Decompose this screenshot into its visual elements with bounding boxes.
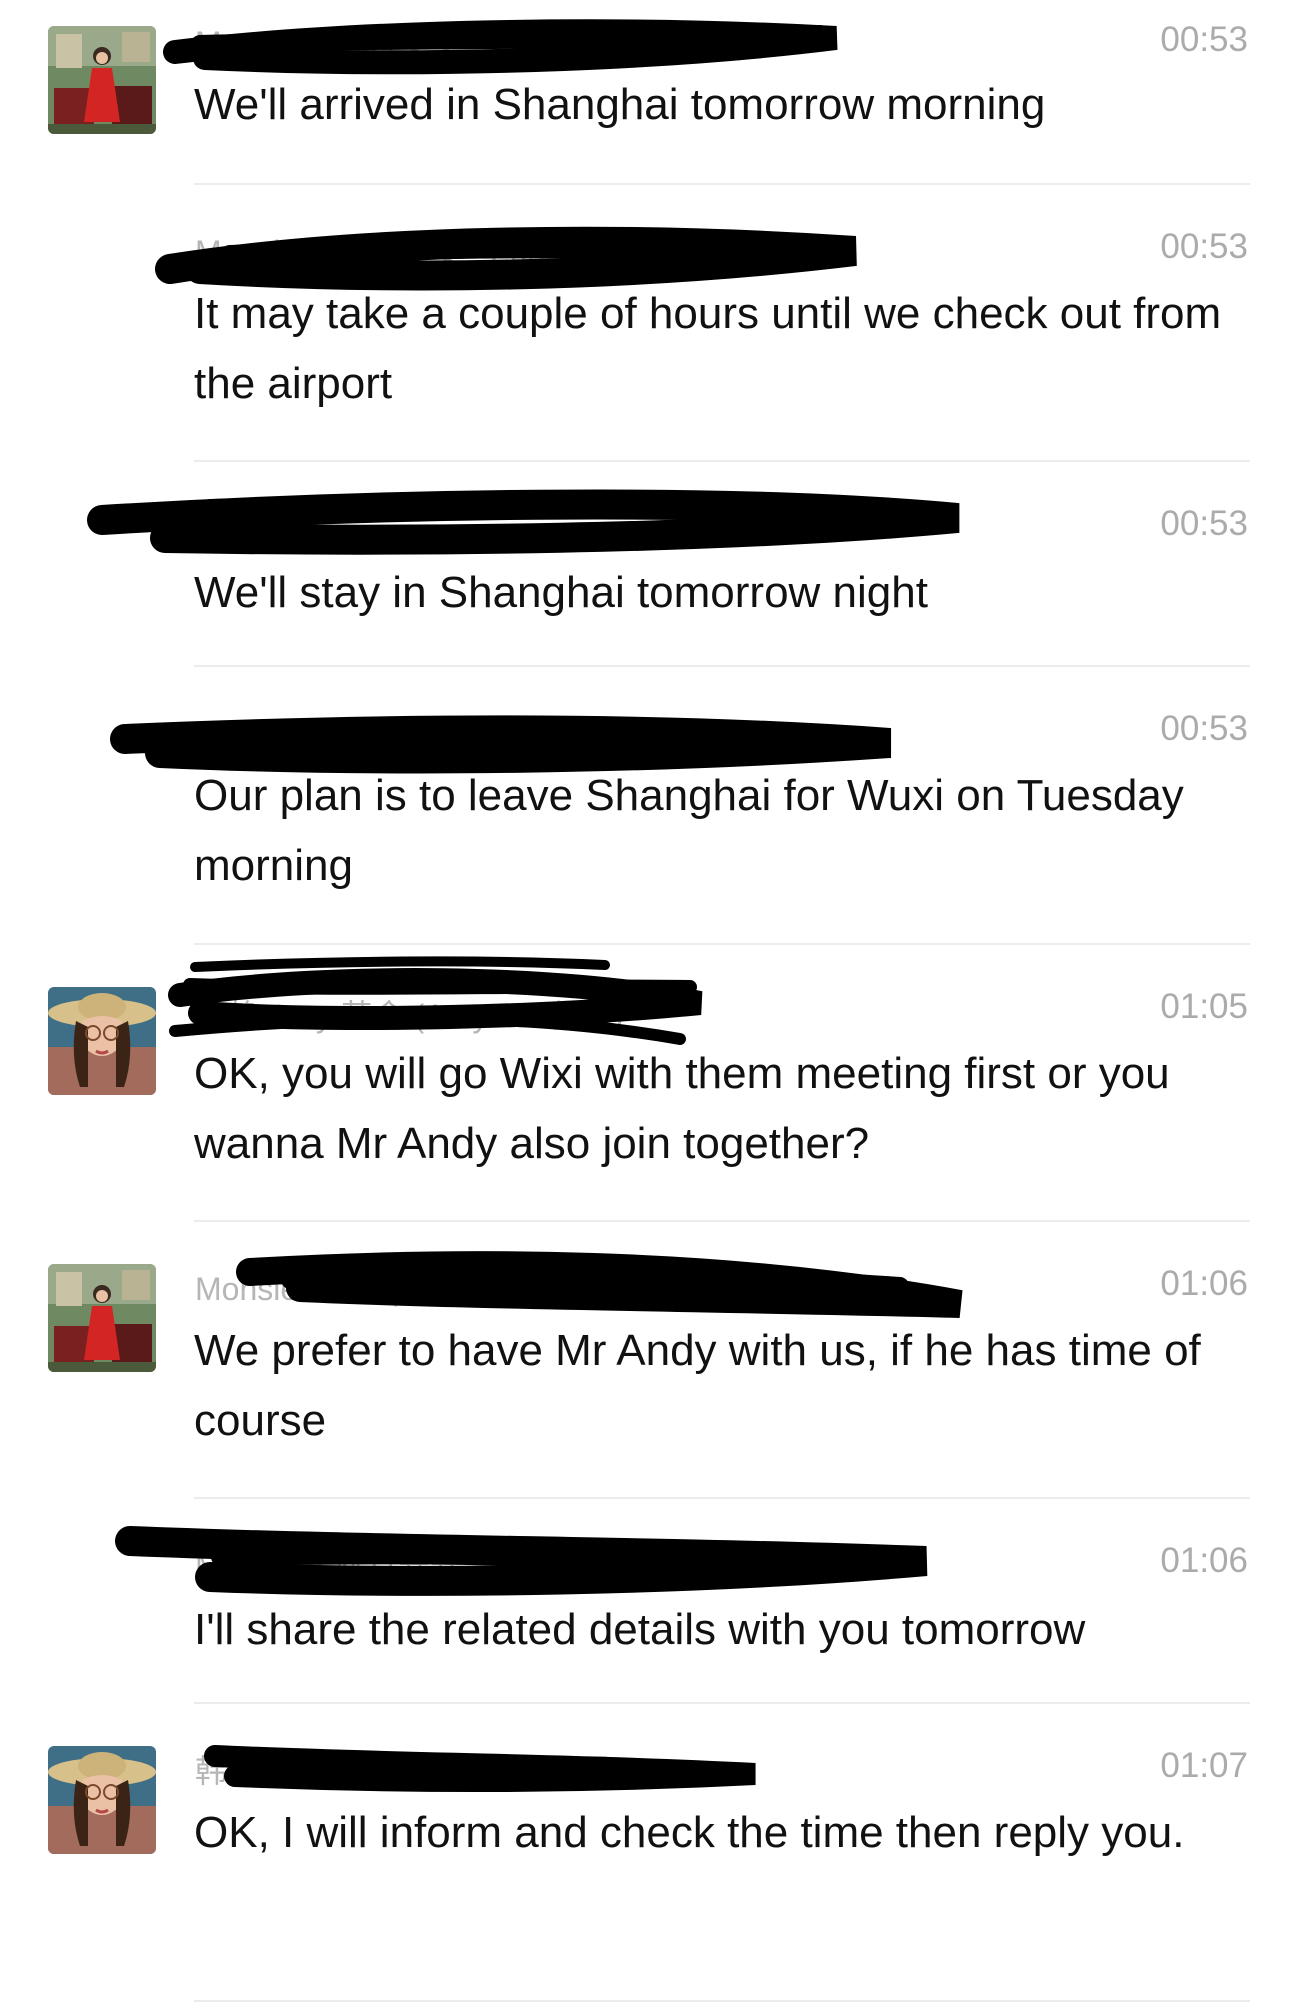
message-text: OK, you will go Wixi with them meeting f… [194, 1049, 1170, 1168]
message-text: I'll share the related details with you … [194, 1605, 1086, 1654]
message-text: It may take a couple of hours until we c… [194, 289, 1222, 408]
chat-message[interactable]: Monsieur MJ (安安 - Zuo dian tianrose) 00:… [0, 667, 1290, 945]
chat-message[interactable]: Monsieur MJ (安安 - Zuo dian tianrose) 00:… [0, 0, 1290, 185]
chat-history: Monsieur MJ (安安 - Zuo dian tianrose) 00:… [0, 0, 1290, 2010]
message-time: 00:53 [1160, 709, 1248, 748]
message-time: 01:07 [1160, 1746, 1248, 1785]
message-text: We'll arrived in Shanghai tomorrow morni… [194, 80, 1046, 129]
message-time: 01:05 [1160, 987, 1248, 1026]
chat-message[interactable]: Monsieur MJ (安安 - Zuo dian tianrose) 01:… [0, 1499, 1290, 1704]
message-time: 00:53 [1160, 504, 1248, 543]
chat-message[interactable]: 00:53 We'll stay in Shanghai tomorrow ni… [0, 462, 1290, 667]
message-divider [194, 2000, 1250, 2002]
chat-message[interactable]: Monsieur MJ (安安 - Zuo dian tianrose) 01:… [0, 1222, 1290, 1499]
message-text: Our plan is to leave Shanghai for Wuxi o… [194, 771, 1184, 890]
chat-message[interactable]: 韩静 Amy 英舍 (Amy - 工作号) 01:05 OK, you will… [0, 945, 1290, 1222]
message-text: We'll stay in Shanghai tomorrow night [194, 568, 928, 617]
message-time: 00:53 [1160, 227, 1248, 266]
chat-message[interactable]: 韩静 Amy 英舍 (Amy - 工作号) 01:07 OK, I will i… [0, 1704, 1290, 2010]
message-time: 01:06 [1160, 1541, 1248, 1580]
message-text: We prefer to have Mr Andy with us, if he… [194, 1326, 1201, 1445]
message-text: OK, I will inform and check the time the… [194, 1808, 1185, 1857]
chat-message[interactable]: Monsieur MJ (安安 - Zuo dian tianrose) 00:… [0, 185, 1290, 462]
message-time: 01:06 [1160, 1264, 1248, 1303]
message-time: 00:53 [1160, 20, 1248, 59]
